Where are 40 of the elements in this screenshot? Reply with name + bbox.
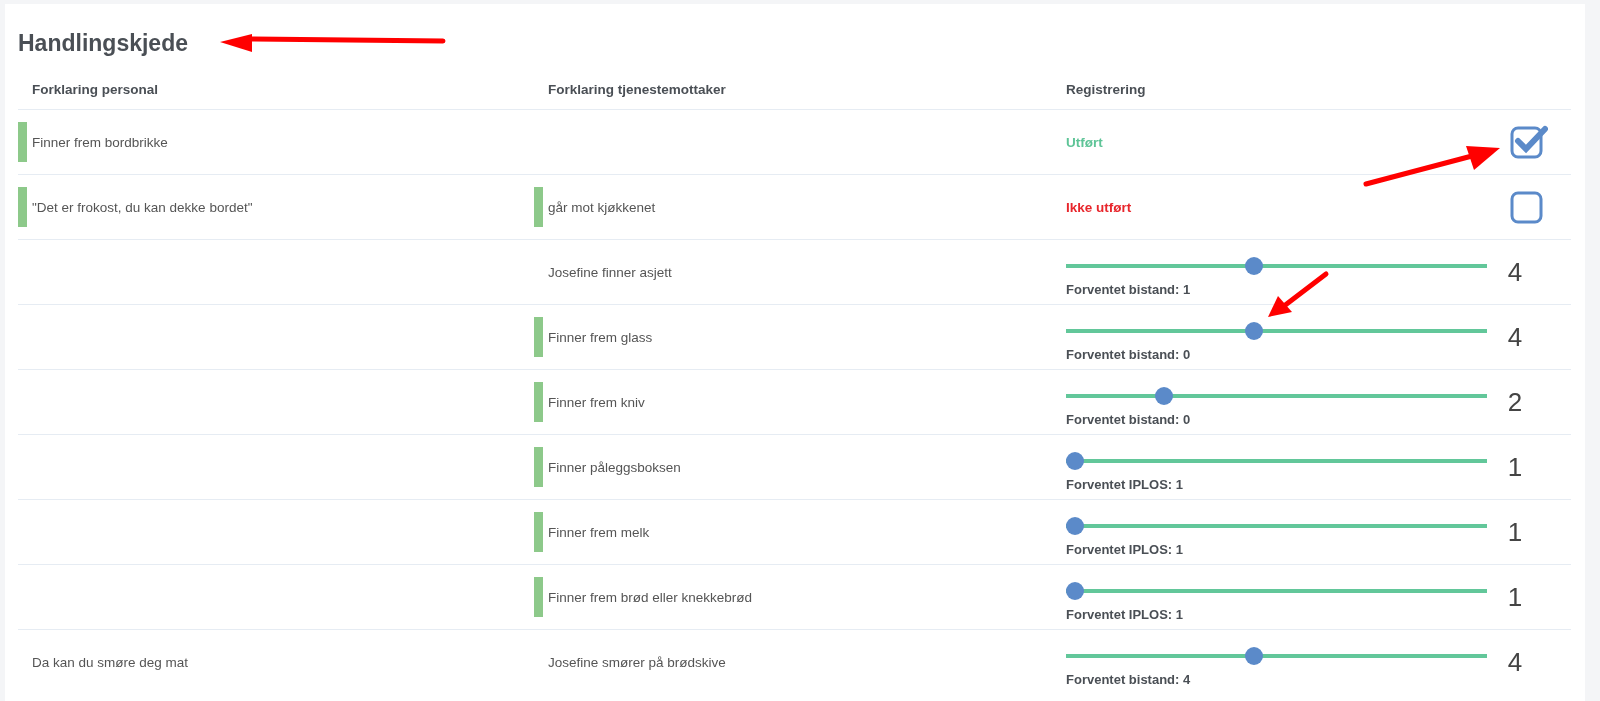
table-cell: går mot kjøkkenet	[548, 199, 656, 215]
slider-thumb[interactable]	[1155, 387, 1174, 405]
arrow-annotation	[1266, 270, 1330, 320]
column-header: Registrering	[1066, 82, 1146, 97]
slider-caption: Forventet IPLOS: 1	[1066, 607, 1185, 622]
slider-value: 1	[1507, 516, 1523, 548]
table-cell: Da kan du smøre deg mat	[32, 654, 189, 670]
table-cell: Finner frem bordbrikke	[32, 134, 168, 150]
slider-thumb[interactable]	[1066, 582, 1084, 600]
checkbox[interactable]	[1510, 125, 1548, 159]
slider-caption: Forventet bistand: 1	[1066, 282, 1192, 297]
column-header: Forklaring personal	[32, 82, 159, 97]
table-cell: Finner frem kniv	[548, 394, 645, 410]
slider-caption: Forventet bistand: 4	[1066, 672, 1192, 687]
slider-caption: Forventet IPLOS: 1	[1066, 477, 1185, 492]
table-cell: Josefine smører på brødskive	[548, 654, 726, 670]
status-label: Utført	[1066, 134, 1103, 150]
slider-thumb[interactable]	[1244, 257, 1263, 275]
table-cell: Finner frem brød eller knekkebrød	[548, 589, 753, 605]
table-cell: Finner frem melk	[548, 524, 650, 540]
table-cell: Finner påleggsboksen	[548, 459, 681, 475]
section-title: Handlingskjede	[18, 30, 188, 57]
slider-value: 2	[1507, 386, 1523, 418]
table-cell: Finner frem glass	[548, 329, 653, 345]
table-cell: Josefine finner asjett	[548, 264, 672, 280]
table-cell: "Det er frokost, du kan dekke bordet"	[32, 199, 253, 215]
slider-caption: Forventet bistand: 0	[1066, 412, 1192, 427]
slider-caption: Forventet IPLOS: 1	[1066, 542, 1185, 557]
status-label: Ikke utført	[1066, 199, 1132, 215]
slider-value: 1	[1507, 451, 1523, 483]
slider-caption: Forventet bistand: 0	[1066, 347, 1192, 362]
slider-thumb[interactable]	[1066, 517, 1084, 535]
slider-value: 4	[1507, 321, 1523, 353]
slider-thumb[interactable]	[1066, 452, 1084, 470]
slider-value: 4	[1507, 256, 1523, 288]
slider-thumb[interactable]	[1244, 647, 1263, 665]
slider-thumb[interactable]	[1244, 322, 1263, 340]
slider-value: 1	[1507, 581, 1523, 613]
slider-value: 4	[1507, 646, 1523, 678]
column-header: Forklaring tjenestemottaker	[548, 82, 726, 97]
